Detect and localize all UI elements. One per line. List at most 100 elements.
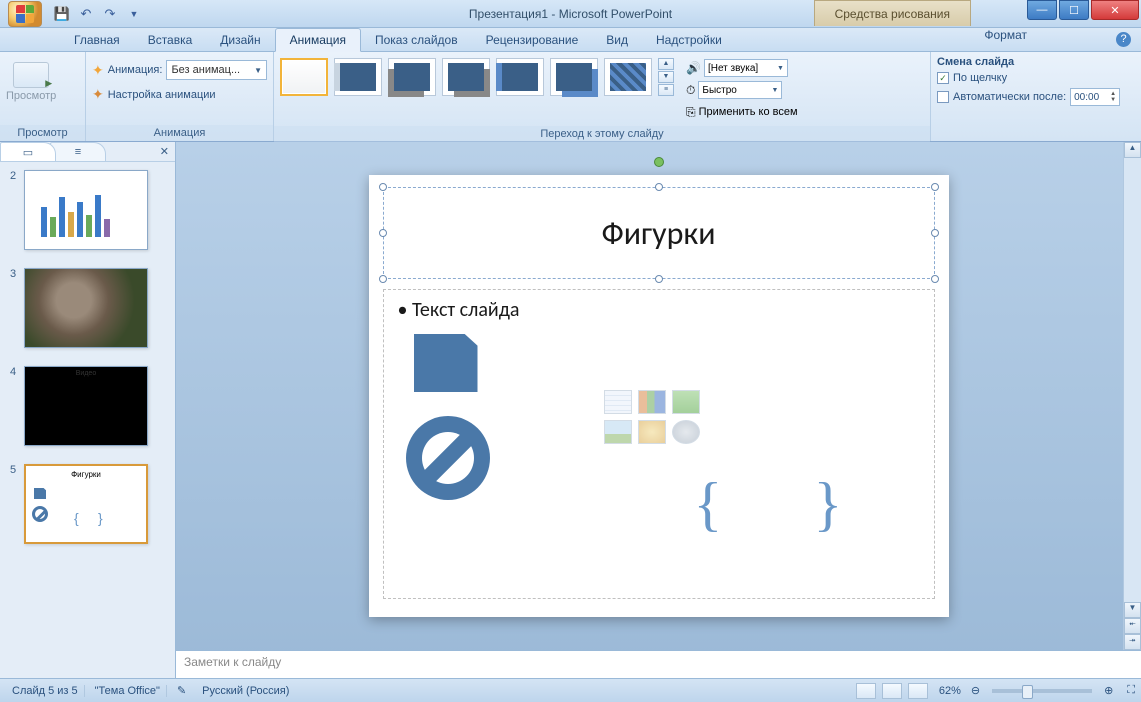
status-slide[interactable]: Слайд 5 из 5 <box>6 685 85 697</box>
animation-combo[interactable]: Без анимац... ▼ <box>166 60 267 80</box>
advance-header: Смена слайда <box>937 56 1014 68</box>
preview-label: Просмотр <box>6 90 56 102</box>
tab-view[interactable]: Вид <box>592 28 642 51</box>
minimize-button[interactable]: — <box>1027 0 1057 20</box>
auto-checkbox[interactable] <box>937 91 949 103</box>
tab-format[interactable]: Формат <box>970 28 1041 42</box>
sound-icon: 🔊 <box>686 61 701 75</box>
undo-icon[interactable]: ↶ <box>77 5 95 23</box>
qat-dropdown-icon[interactable]: ▼ <box>125 5 143 23</box>
scroll-up[interactable]: ▲ <box>1124 142 1141 158</box>
redo-icon[interactable]: ↷ <box>101 5 119 23</box>
help-icon[interactable]: ? <box>1116 32 1131 47</box>
speed-icon: ⏱ <box>686 83 695 98</box>
auto-label: Автоматически после: <box>953 91 1066 103</box>
tab-addins[interactable]: Надстройки <box>642 28 736 51</box>
rotate-handle[interactable] <box>654 157 664 167</box>
resize-handle[interactable] <box>379 183 387 191</box>
office-button[interactable] <box>3 0 47 28</box>
resize-handle[interactable] <box>379 229 387 237</box>
slide-title-text[interactable]: Фигурки <box>601 214 715 253</box>
custom-animation-button[interactable]: ✦ Настройка анимации <box>92 86 267 103</box>
main-area: ▭ ≡ ✕ 2 3 4 Видео 5 Фигурки <box>0 142 1141 678</box>
star-icon: ✦ <box>92 62 104 79</box>
insert-media-icon[interactable] <box>672 420 700 444</box>
scroll-down[interactable]: ▼ <box>1124 602 1141 618</box>
transition-thumb[interactable] <box>550 58 598 96</box>
apply-all-button[interactable]: ⎘ Применить ко всем <box>686 102 798 122</box>
content-placeholder[interactable]: Текст слайда { } <box>383 289 935 599</box>
tab-design[interactable]: Дизайн <box>206 28 274 51</box>
apply-all-label: Применить ко всем <box>699 106 798 118</box>
status-bar: Слайд 5 из 5 "Тема Office" ✎ Русский (Ро… <box>0 678 1141 702</box>
drawing-tools-context: Средства рисования <box>814 0 971 26</box>
resize-handle[interactable] <box>931 183 939 191</box>
auto-time-input[interactable]: 00:00 ▲▼ <box>1070 88 1120 106</box>
transition-thumb[interactable] <box>388 58 436 96</box>
insert-chart-icon[interactable] <box>638 390 666 414</box>
on-click-checkbox[interactable]: ✓ <box>937 72 949 84</box>
sorter-view-button[interactable] <box>882 683 902 699</box>
shape-no-symbol[interactable] <box>406 416 490 500</box>
notes-placeholder: Заметки к слайду <box>184 655 281 669</box>
transition-thumb[interactable] <box>496 58 544 96</box>
resize-handle[interactable] <box>655 183 663 191</box>
shape-brace-left[interactable]: { <box>694 470 723 539</box>
transition-thumb[interactable] <box>604 58 652 96</box>
zoom-slider[interactable] <box>992 689 1092 693</box>
tab-review[interactable]: Рецензирование <box>472 28 593 51</box>
speed-value: Быстро <box>702 85 736 96</box>
speed-combo[interactable]: Быстро ▼ <box>698 81 782 99</box>
prev-slide-icon[interactable]: ⯬ <box>1124 618 1141 634</box>
resize-handle[interactable] <box>655 275 663 283</box>
zoom-out-icon[interactable]: ⊖ <box>971 684 980 697</box>
status-language[interactable]: Русский (Россия) <box>196 685 295 697</box>
vertical-scrollbar[interactable]: ▲ ▼ ⯬ ⯮ <box>1123 142 1141 650</box>
slide-thumb-3[interactable]: 3 <box>10 268 165 348</box>
close-button[interactable]: ✕ <box>1091 0 1139 20</box>
normal-view-button[interactable] <box>856 683 876 699</box>
save-icon[interactable]: 💾 <box>53 5 71 23</box>
gallery-scroll[interactable]: ▲▼≡ <box>658 58 674 96</box>
notes-pane[interactable]: Заметки к слайду <box>176 650 1141 678</box>
zoom-value[interactable]: 62% <box>939 685 961 697</box>
window-title: Презентация1 - Microsoft PowerPoint <box>469 7 672 21</box>
transition-none[interactable] <box>280 58 328 96</box>
resize-handle[interactable] <box>931 229 939 237</box>
insert-picture-icon[interactable] <box>604 420 632 444</box>
tab-home[interactable]: Главная <box>60 28 134 51</box>
insert-table-icon[interactable] <box>604 390 632 414</box>
spellcheck-icon[interactable]: ✎ <box>177 684 186 697</box>
group-transition: ▲▼≡ 🔊 [Нет звука] ▼ ⏱ Быстро ▼ <box>274 52 931 141</box>
insert-clipart-icon[interactable] <box>638 420 666 444</box>
tab-animation[interactable]: Анимация <box>275 28 361 52</box>
slide-thumb-5[interactable]: 5 Фигурки { } <box>10 464 165 544</box>
slide-body-text[interactable]: Текст слайда <box>398 298 920 322</box>
resize-handle[interactable] <box>379 275 387 283</box>
next-slide-icon[interactable]: ⯮ <box>1124 634 1141 650</box>
insert-smartart-icon[interactable] <box>672 390 700 414</box>
slide-thumb-4[interactable]: 4 Видео <box>10 366 165 446</box>
resize-handle[interactable] <box>931 275 939 283</box>
zoom-in-icon[interactable]: ⊕ <box>1104 684 1113 697</box>
title-placeholder[interactable]: Фигурки <box>383 187 935 279</box>
slideshow-view-button[interactable] <box>908 683 928 699</box>
panel-close-icon[interactable]: ✕ <box>160 145 169 158</box>
slides-panel: ▭ ≡ ✕ 2 3 4 Видео 5 Фигурки <box>0 142 176 678</box>
slides-tab[interactable]: ▭ <box>0 142 56 161</box>
transition-thumb[interactable] <box>442 58 490 96</box>
title-bar: 💾 ↶ ↷ ▼ Презентация1 - Microsoft PowerPo… <box>0 0 1141 28</box>
outline-tab[interactable]: ≡ <box>50 142 106 161</box>
shape-snip-rectangle[interactable] <box>414 334 478 392</box>
slide-thumb-2[interactable]: 2 <box>10 170 165 250</box>
transition-thumb[interactable] <box>334 58 382 96</box>
status-theme[interactable]: "Тема Office" <box>89 685 167 697</box>
fit-window-icon[interactable]: ⛶ <box>1127 684 1135 697</box>
maximize-button[interactable]: ☐ <box>1059 0 1089 20</box>
shape-brace-right[interactable]: } <box>814 470 843 539</box>
tab-insert[interactable]: Вставка <box>134 28 207 51</box>
tab-slideshow[interactable]: Показ слайдов <box>361 28 472 51</box>
preview-button[interactable]: Просмотр <box>6 56 56 102</box>
sound-combo[interactable]: [Нет звука] ▼ <box>704 59 788 77</box>
slide-canvas[interactable]: Фигурки Текст слайда { } <box>369 175 949 617</box>
